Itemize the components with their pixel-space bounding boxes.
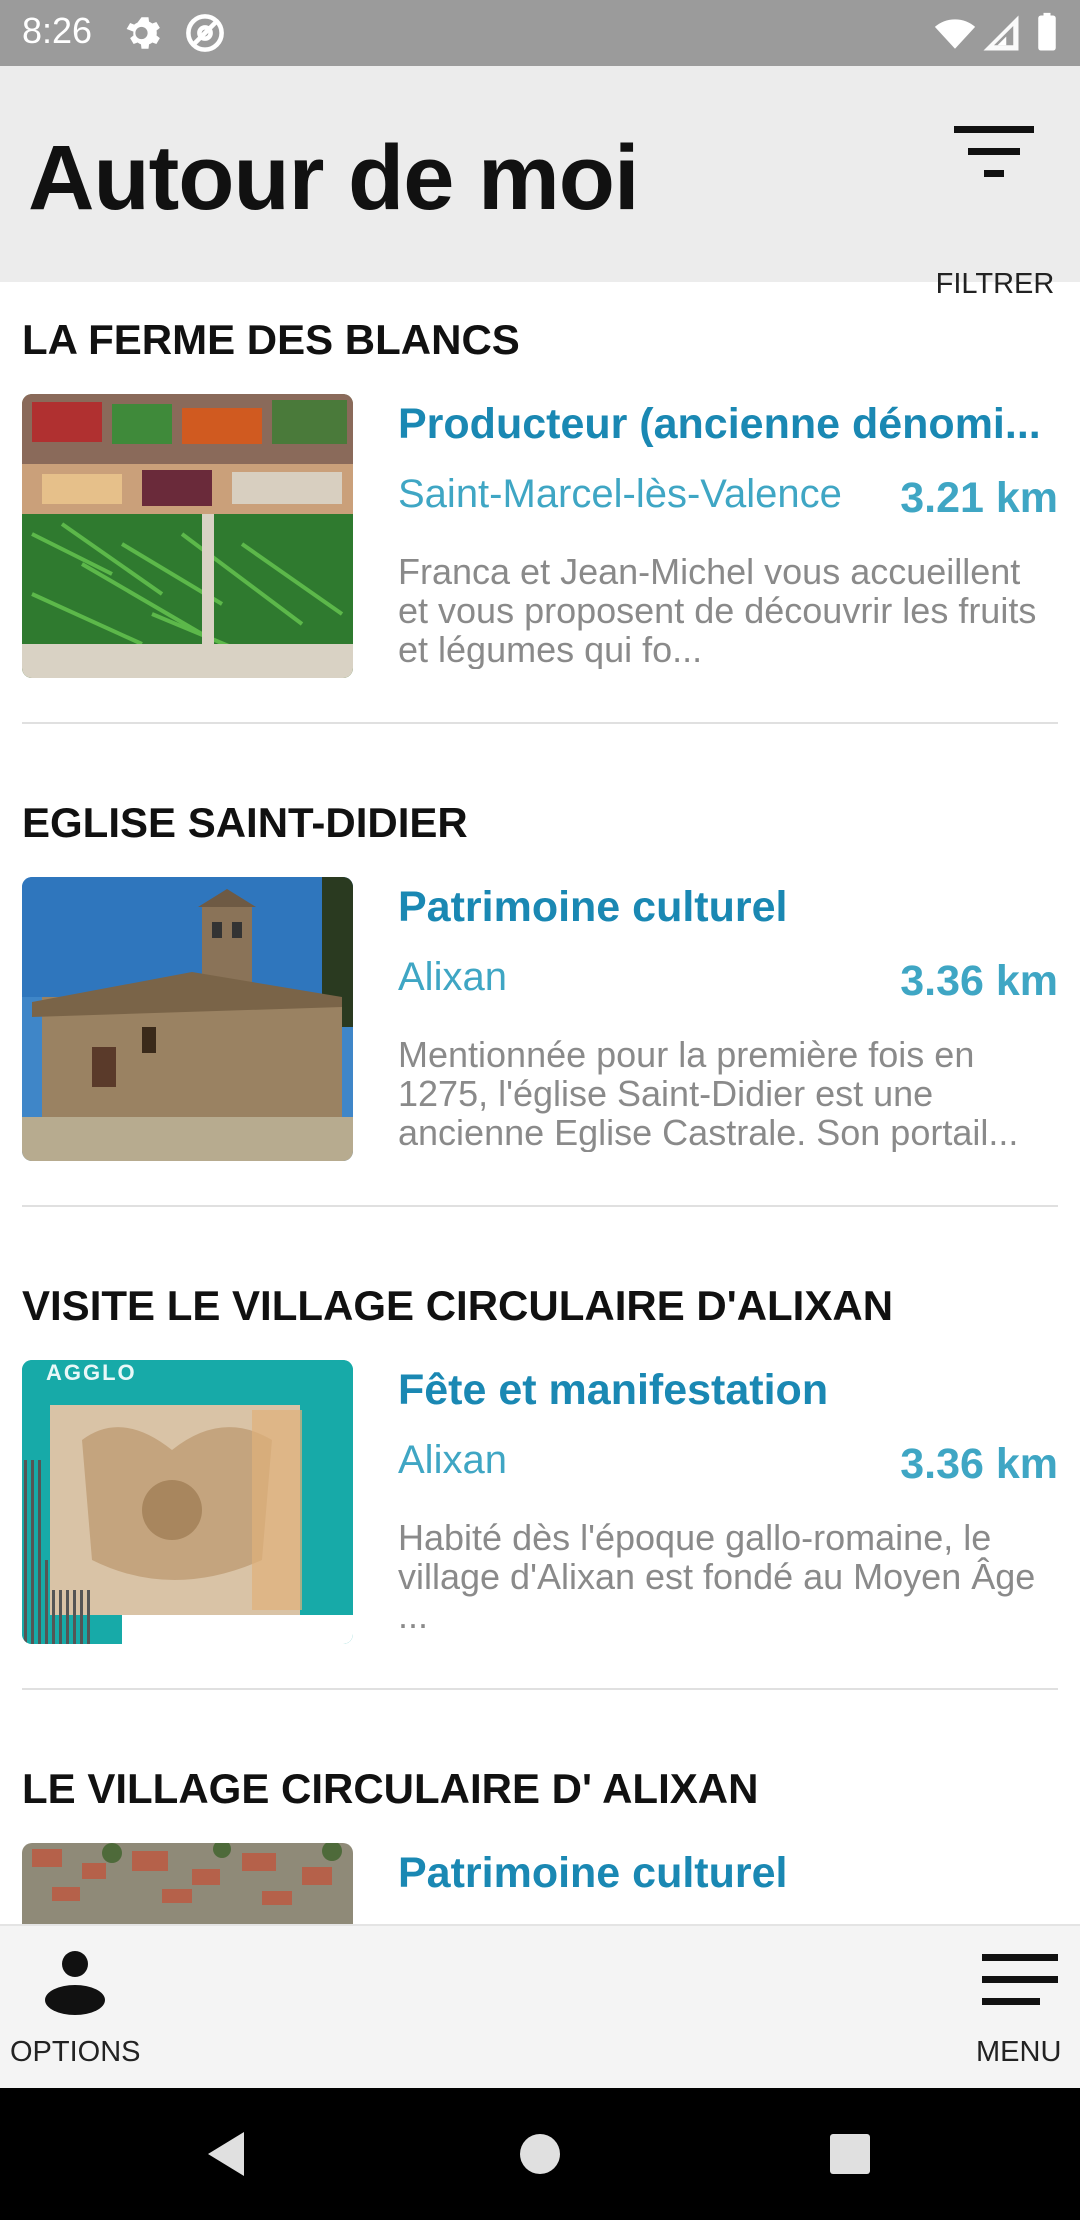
list-item[interactable]: LA FERME DES BLANCS Producteur (ancienne…	[0, 282, 1080, 765]
hamburger-menu-icon	[982, 1954, 1058, 2005]
filter-icon	[954, 126, 1034, 177]
item-thumbnail-aerial-village	[22, 1843, 353, 1924]
item-distance: 3.21 km	[900, 474, 1058, 522]
item-thumbnail-poster: AGGLO	[22, 1360, 353, 1644]
divider	[22, 1688, 1058, 1690]
item-category: Patrimoine culturel	[398, 883, 788, 931]
item-distance: 3.36 km	[900, 957, 1058, 1005]
places-list[interactable]: LA FERME DES BLANCS Producteur (ancienne…	[0, 282, 1080, 1924]
item-thumbnail-church	[22, 877, 353, 1161]
app-header: Autour de moi FILTRER	[0, 66, 1080, 300]
item-distance: 3.36 km	[900, 1440, 1058, 1488]
status-bar: 8:26	[0, 0, 1080, 66]
menu-label: MENU	[976, 2036, 1062, 2068]
filter-button[interactable]: FILTRER	[930, 116, 1060, 300]
status-time: 8:26	[22, 10, 93, 51]
item-description: Mentionnée pour la première fois en 1275…	[398, 1035, 1019, 1152]
item-title: EGLISE SAINT-DIDIER	[22, 799, 468, 846]
person-icon	[45, 1951, 105, 2015]
menu-button[interactable]: MENU	[960, 1926, 1080, 2090]
recents-icon[interactable]	[820, 2124, 880, 2184]
item-location: Alixan	[398, 955, 507, 999]
item-location: Saint-Marcel-lès-Valence	[398, 472, 842, 516]
list-item[interactable]: VISITE LE VILLAGE CIRCULAIRE D'ALIXAN AG…	[0, 1248, 1080, 1731]
settings-icon	[126, 17, 160, 49]
bottom-navigation: OPTIONS MENU	[0, 1924, 1080, 2090]
item-title: VISITE LE VILLAGE CIRCULAIRE D'ALIXAN	[22, 1282, 894, 1329]
home-icon[interactable]	[510, 2124, 570, 2184]
signal-icon	[983, 15, 1019, 51]
battery-icon	[1038, 12, 1056, 51]
back-icon[interactable]	[196, 2124, 256, 2184]
at-sign-icon	[186, 14, 224, 52]
page-title: Autour de moi	[28, 127, 640, 229]
wifi-icon	[934, 19, 976, 49]
options-button[interactable]: OPTIONS	[0, 1926, 160, 2090]
item-description: Franca et Jean-Michel vous accueillent e…	[398, 552, 1037, 669]
divider	[22, 722, 1058, 724]
item-description: Habité dès l'époque gallo-romaine, le vi…	[398, 1518, 1036, 1635]
item-title: LA FERME DES BLANCS	[22, 316, 520, 363]
list-item[interactable]: EGLISE SAINT-DIDIER Patrimoine culturel …	[0, 765, 1080, 1248]
options-label: OPTIONS	[10, 2036, 141, 2068]
item-category: Producteur (ancienne dénomi...	[398, 400, 1041, 448]
system-navigation-bar	[0, 2088, 1080, 2220]
divider	[22, 1205, 1058, 1207]
list-item[interactable]: LE VILLAGE CIRCULAIRE D' ALIXAN Patrimoi…	[0, 1731, 1080, 1924]
item-title: LE VILLAGE CIRCULAIRE D' ALIXAN	[22, 1765, 759, 1812]
item-category: Patrimoine culturel	[398, 1849, 788, 1897]
item-location: Alixan	[398, 1438, 507, 1482]
item-category: Fête et manifestation	[398, 1366, 829, 1414]
item-thumbnail-vegetables	[22, 394, 353, 678]
poster-label: AGGLO	[46, 1360, 137, 1385]
